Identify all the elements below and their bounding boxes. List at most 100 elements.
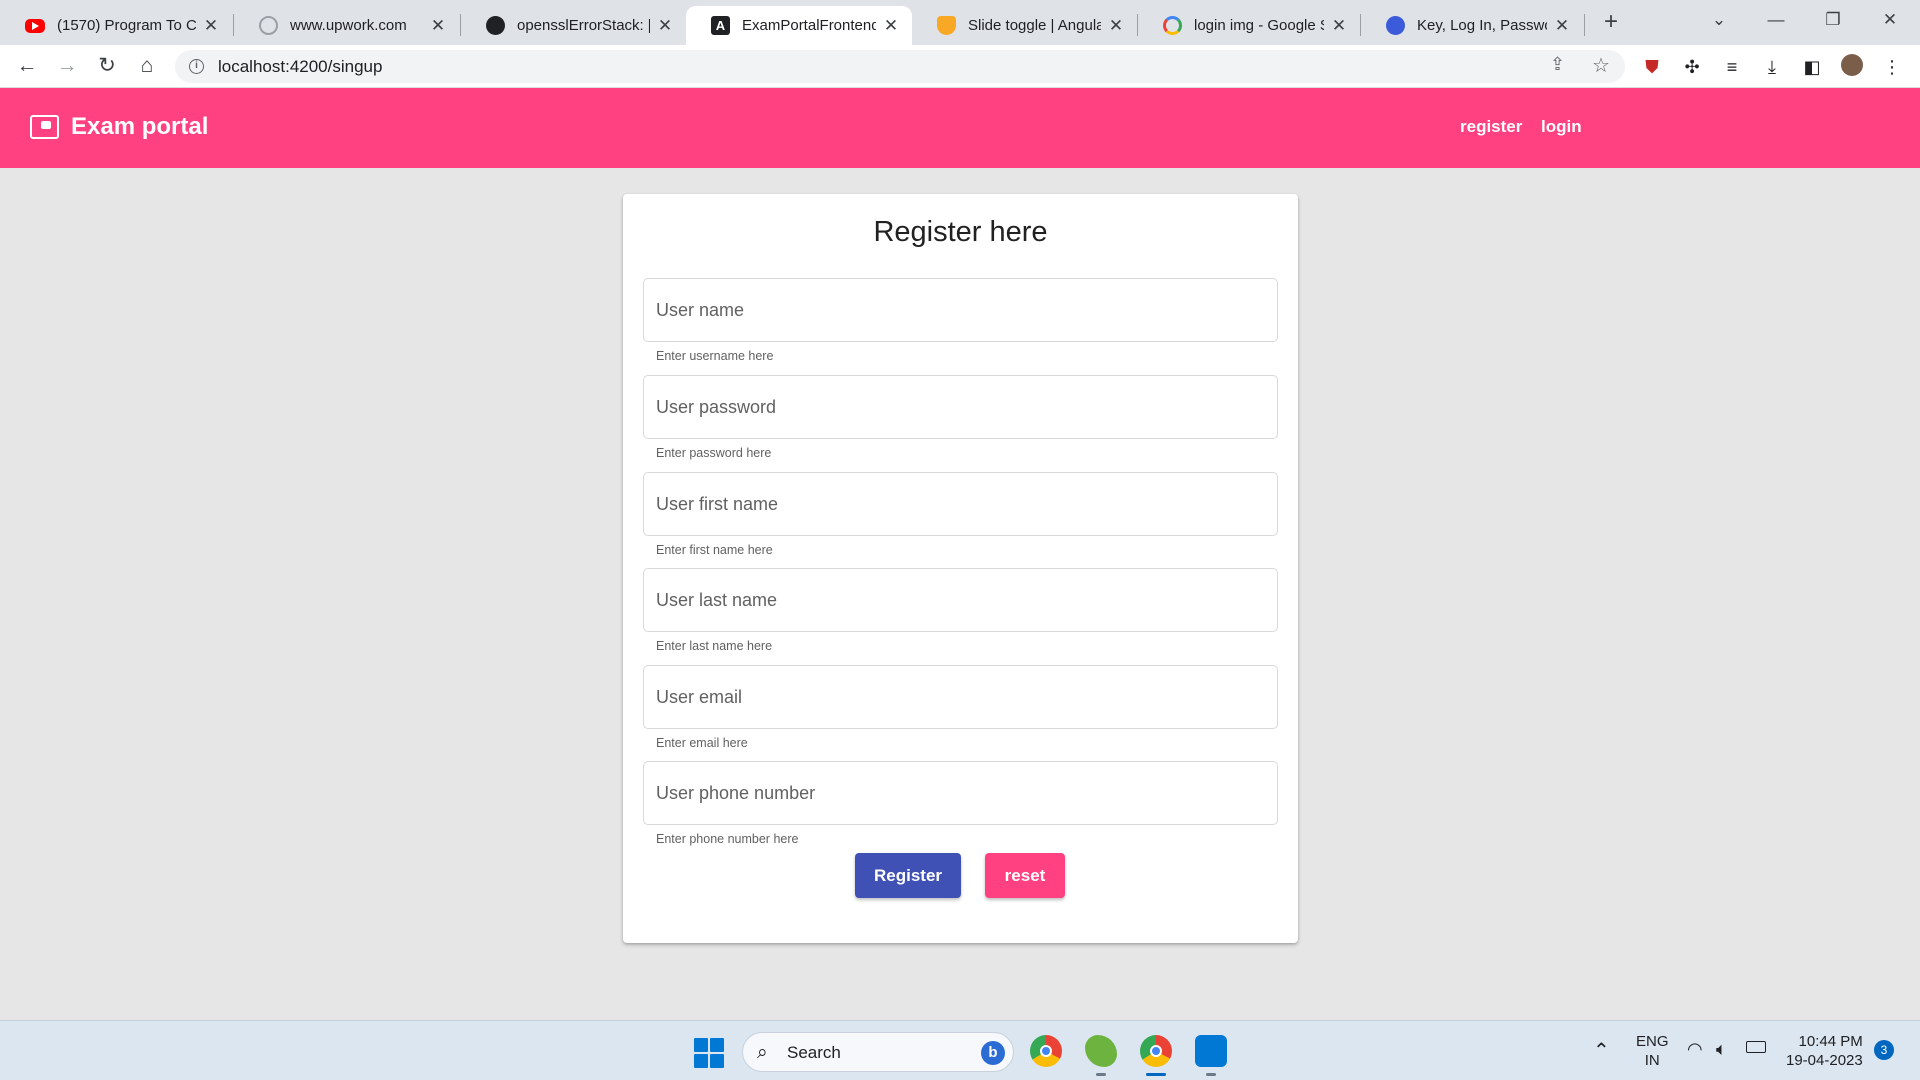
cast-for-education-icon <box>30 115 59 139</box>
google-icon <box>1163 16 1182 35</box>
tab-search-icon[interactable]: ⌄ <box>1699 6 1739 34</box>
close-icon[interactable]: ✕ <box>656 16 674 36</box>
first-name-input[interactable] <box>644 473 1277 535</box>
volume-icon[interactable]: 🔈︎ <box>1716 1039 1727 1060</box>
side-panel-icon[interactable]: ◧ <box>1799 54 1825 80</box>
tab-title: Key, Log In, Password <box>1417 17 1547 34</box>
github-icon <box>486 16 505 35</box>
globe-icon <box>1386 16 1405 35</box>
clock-time: 10:44 PM <box>1798 1033 1863 1050</box>
phone-input[interactable] <box>644 762 1277 824</box>
ublock-icon[interactable]: ⛊ <box>1639 54 1665 80</box>
tab-github[interactable]: opensslErrorStack: [ 'e ✕ <box>461 6 686 45</box>
password-field[interactable] <box>643 375 1278 439</box>
address-bar[interactable]: i localhost:4200/singup ⇪ ☆ <box>175 50 1625 83</box>
info-icon[interactable]: i <box>189 59 204 74</box>
star-icon[interactable]: ☆ <box>1592 53 1610 78</box>
reading-list-icon[interactable]: ≡ <box>1719 54 1745 80</box>
first-name-hint: Enter first name here <box>656 543 773 557</box>
tab-title: login img - Google Se <box>1194 17 1324 34</box>
reset-button[interactable]: reset <box>985 853 1065 898</box>
last-name-input[interactable] <box>644 569 1277 631</box>
language-indicator[interactable]: ENG IN <box>1636 1032 1669 1070</box>
notification-badge[interactable]: 3 <box>1874 1040 1894 1060</box>
close-icon[interactable]: ✕ <box>1553 16 1571 36</box>
taskbar-search-label: Search <box>787 1043 841 1062</box>
first-name-field[interactable] <box>643 472 1278 536</box>
download-icon[interactable]: ⤓ <box>1759 54 1785 80</box>
tab-key-login[interactable]: Key, Log In, Password ✕ <box>1361 6 1583 45</box>
phone-hint: Enter phone number here <box>656 832 799 846</box>
tab-exam-portal[interactable]: A ExamPortalFrontend ✕ <box>686 6 912 45</box>
home-icon[interactable]: ⌂ <box>132 51 162 81</box>
show-hidden-icons[interactable]: ⌃ <box>1593 1038 1610 1063</box>
youtube-icon <box>25 18 45 33</box>
chrome-icon[interactable] <box>1030 1035 1062 1067</box>
profile-avatar[interactable] <box>1839 54 1865 80</box>
globe-icon <box>259 16 278 35</box>
phone-field[interactable] <box>643 761 1278 825</box>
close-icon[interactable]: ✕ <box>429 16 447 36</box>
window-close-icon[interactable]: ✕ <box>1870 6 1910 34</box>
brand-name: Exam portal <box>71 113 209 140</box>
close-icon[interactable]: ✕ <box>1107 16 1125 36</box>
shield-icon <box>937 16 956 35</box>
app-active-indicator <box>1146 1073 1166 1076</box>
password-input[interactable] <box>644 376 1277 438</box>
url-text[interactable]: localhost:4200/singup <box>218 57 382 77</box>
tab-slide-toggle[interactable]: Slide toggle | Angular ✕ <box>912 6 1137 45</box>
tab-title: (1570) Program To Ch <box>57 17 196 34</box>
bing-icon[interactable]: b <box>981 1041 1005 1065</box>
username-field[interactable] <box>643 278 1278 342</box>
vscode-icon[interactable] <box>1195 1035 1227 1067</box>
tab-title: www.upwork.com <box>290 17 407 34</box>
extensions-puzzle-icon[interactable]: ✣ <box>1679 54 1705 80</box>
close-icon[interactable]: ✕ <box>1330 16 1348 36</box>
battery-icon[interactable] <box>1746 1041 1766 1053</box>
tab-youtube[interactable]: (1570) Program To Ch ✕ <box>0 6 232 45</box>
email-hint: Enter email here <box>656 736 748 750</box>
register-button[interactable]: Register <box>855 853 961 898</box>
email-input[interactable] <box>644 666 1277 728</box>
reload-icon[interactable]: ↻ <box>92 51 122 81</box>
windows-start-icon[interactable] <box>694 1038 724 1068</box>
password-hint: Enter password here <box>656 446 772 460</box>
nav-login-link[interactable]: login <box>1541 117 1582 137</box>
app-running-indicator <box>1206 1073 1216 1076</box>
browser-tab-strip: (1570) Program To Ch ✕ www.upwork.com ✕ … <box>0 0 1920 45</box>
app-header: Exam portal register login <box>0 88 1920 168</box>
email-field[interactable] <box>643 665 1278 729</box>
region-code: IN <box>1644 1052 1660 1069</box>
nav-register-link[interactable]: register <box>1460 117 1522 137</box>
form-title: Register here <box>873 216 1048 248</box>
username-input[interactable] <box>644 279 1277 341</box>
register-card: Register here Enter username here Enter … <box>623 194 1298 943</box>
search-icon: ⌕ <box>757 1042 768 1063</box>
chrome-profile-icon[interactable] <box>1140 1035 1172 1067</box>
restore-icon[interactable]: ❐ <box>1813 6 1853 34</box>
tab-divider <box>1584 14 1585 36</box>
browser-toolbar: ← → ↻ ⌂ i localhost:4200/singup ⇪ ☆ ⛊ ✣ … <box>0 45 1920 88</box>
brand[interactable]: Exam portal <box>30 113 208 141</box>
tab-title: opensslErrorStack: [ 'e <box>517 17 650 34</box>
tab-title: Slide toggle | Angular <box>968 17 1101 34</box>
taskbar-search[interactable]: ⌕ Search b <box>742 1032 1014 1072</box>
back-icon[interactable]: ← <box>12 51 42 81</box>
last-name-field[interactable] <box>643 568 1278 632</box>
close-icon[interactable]: ✕ <box>202 16 220 36</box>
minimize-icon[interactable]: — <box>1756 6 1796 34</box>
tab-google-search[interactable]: login img - Google Se ✕ <box>1138 6 1360 45</box>
app-running-indicator <box>1096 1073 1106 1076</box>
spring-tools-icon[interactable] <box>1085 1035 1117 1067</box>
windows-taskbar: ⌕ Search b ⌃ ENG IN ◠ 🔈︎ 10:44 PM 19-04-… <box>0 1020 1920 1080</box>
clock[interactable]: 10:44 PM 19-04-2023 <box>1786 1032 1863 1070</box>
wifi-icon[interactable]: ◠ <box>1687 1039 1703 1060</box>
more-menu-icon[interactable]: ⋮ <box>1879 54 1905 80</box>
forward-icon[interactable]: → <box>52 51 82 81</box>
share-icon[interactable]: ⇪ <box>1550 54 1565 75</box>
close-icon[interactable]: ✕ <box>882 16 900 36</box>
last-name-hint: Enter last name here <box>656 639 773 653</box>
tab-upwork[interactable]: www.upwork.com ✕ <box>234 6 459 45</box>
new-tab-button[interactable]: + <box>1597 8 1625 36</box>
username-hint: Enter username here <box>656 349 774 363</box>
